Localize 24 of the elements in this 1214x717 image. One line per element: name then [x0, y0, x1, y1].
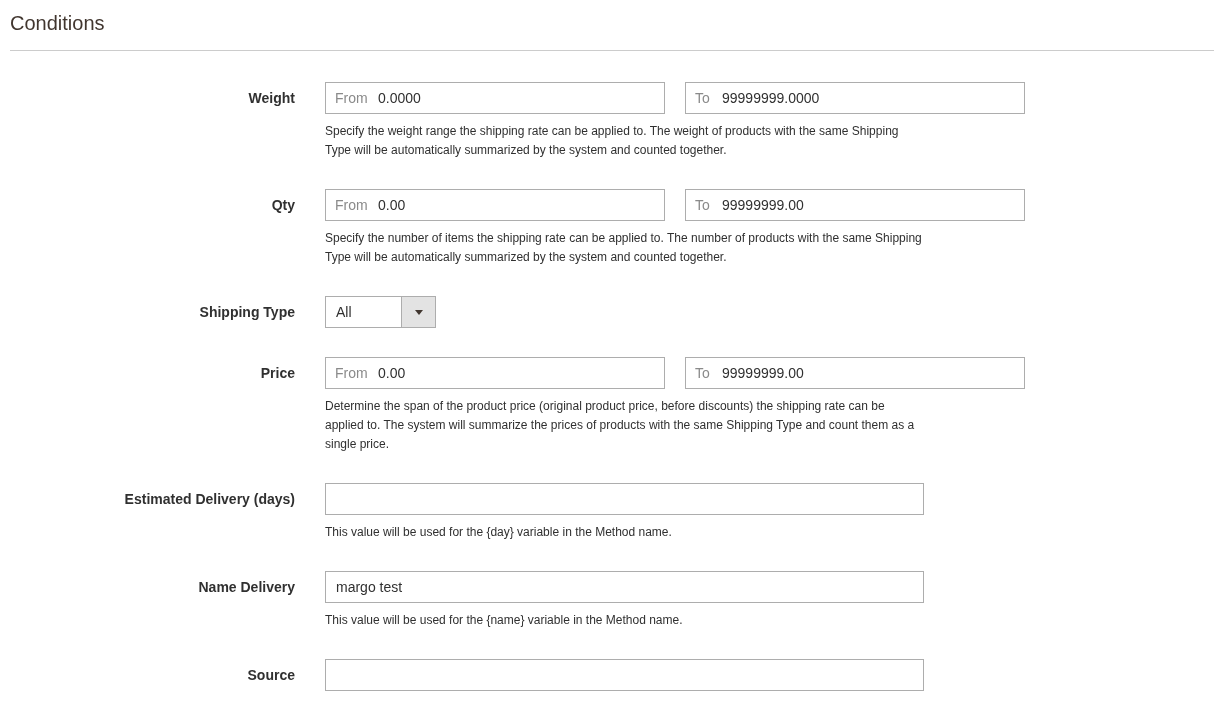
field-note: Specify the weight range the shipping rate can be applied to. The weight of products with the same Shipping Type will be automatically summarized by the system and counted together.: [325, 123, 900, 159]
text-field[interactable]: margo test: [325, 571, 924, 603]
caret-icon: [414, 309, 423, 315]
field-label: Shipping Type: [198, 303, 295, 322]
field-label: Estimated Delivery (days): [123, 490, 295, 509]
dropdown[interactable]: All: [325, 296, 436, 328]
text-field[interactable]: [325, 483, 924, 515]
field-label: Qty: [270, 196, 295, 215]
field-prefix: To: [695, 196, 710, 214]
field-label: Source: [246, 666, 295, 685]
field-label: Weight: [247, 89, 295, 108]
field-label: Price: [259, 364, 295, 383]
field-prefix: From: [335, 196, 368, 214]
field-note: This value will be used for the {day} variable in the Method name.: [325, 524, 673, 541]
field-prefix: From: [335, 89, 368, 107]
text-field[interactable]: [325, 659, 924, 691]
field-prefix: To: [695, 89, 710, 107]
field-note: This value will be used for the {name} variable in the Method name.: [325, 612, 684, 629]
field-prefix: To: [695, 364, 710, 382]
section-title: Conditions: [10, 11, 106, 36]
field-note: Determine the span of the product price (original product price, before discounts) the shipping rate can be applied to. The system will summarize the prices of products with the same Shipping Type and count them as a single price.: [325, 398, 916, 453]
field-note: Specify the number of items the shipping rate can be applied to. The number of products with the same Shipping Type will be automatically summarized by the system and counted together.: [325, 230, 923, 266]
field-label: Name Delivery: [197, 578, 295, 597]
field-prefix: From: [335, 364, 368, 382]
